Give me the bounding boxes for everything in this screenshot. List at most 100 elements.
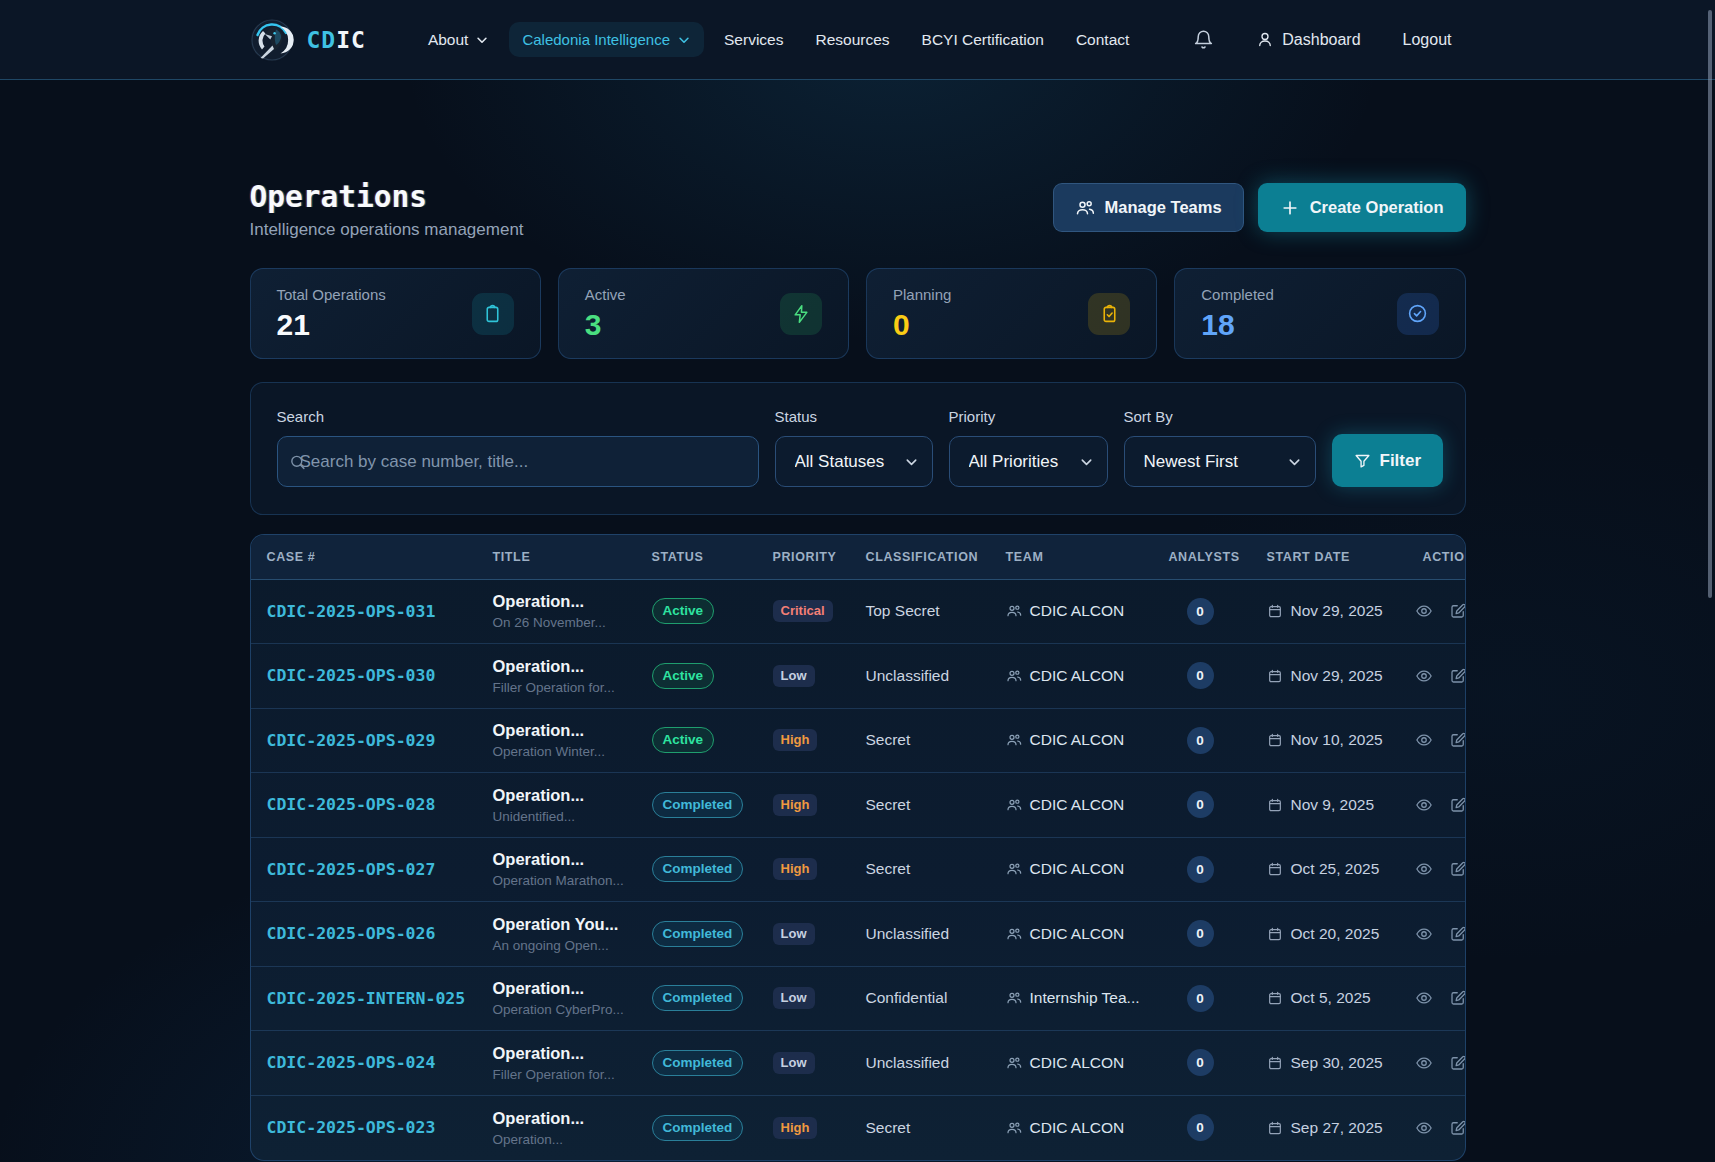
edit-operation-button[interactable] xyxy=(1449,731,1466,749)
table-row[interactable]: CDIC-2025-OPS-030 Operation... Filler Op… xyxy=(251,644,1466,709)
view-operation-button[interactable] xyxy=(1415,989,1433,1007)
operation-title: Operation... xyxy=(493,850,628,869)
view-operation-button[interactable] xyxy=(1415,602,1433,620)
table-row[interactable]: CDIC-2025-INTERN-025 Operation... Operat… xyxy=(251,966,1466,1031)
start-date-text: Oct 25, 2025 xyxy=(1291,860,1380,878)
classification-text: Confidential xyxy=(866,989,948,1006)
view-operation-button[interactable] xyxy=(1415,1119,1433,1137)
search-input[interactable] xyxy=(277,436,759,487)
filter-button-label: Filter xyxy=(1380,451,1422,471)
filter-button[interactable]: Filter xyxy=(1332,434,1444,487)
edit-operation-button[interactable] xyxy=(1449,796,1466,814)
stat-value: 21 xyxy=(277,308,386,342)
status-filter-label: Status xyxy=(775,408,933,425)
start-date-text: Oct 20, 2025 xyxy=(1291,925,1380,943)
nav-item-resources[interactable]: Resources xyxy=(815,31,889,49)
table-row[interactable]: CDIC-2025-OPS-026 Operation You... An on… xyxy=(251,902,1466,967)
column-header-start-date: START DATE xyxy=(1251,535,1407,579)
users-icon xyxy=(1006,926,1022,942)
case-number-link[interactable]: CDIC-2025-OPS-029 xyxy=(267,731,436,750)
view-operation-button[interactable] xyxy=(1415,925,1433,943)
operation-title: Operation... xyxy=(493,1109,628,1128)
nav-dashboard[interactable]: Dashboard xyxy=(1256,30,1360,49)
bell-icon xyxy=(1193,29,1214,51)
users-icon xyxy=(1006,668,1022,684)
edit-operation-button[interactable] xyxy=(1449,860,1466,878)
calendar-icon xyxy=(1267,603,1283,619)
plus-icon xyxy=(1280,198,1300,218)
operation-subtitle: Filler Operation for... xyxy=(493,680,628,695)
edit-operation-button[interactable] xyxy=(1449,602,1466,620)
priority-badge: Low xyxy=(773,923,815,945)
nav-item-contact[interactable]: Contact xyxy=(1076,31,1129,49)
status-select[interactable]: All Statuses xyxy=(775,436,933,487)
table-row[interactable]: CDIC-2025-OPS-023 Operation... Operation… xyxy=(251,1095,1466,1160)
nav-item-caledonia-intelligence[interactable]: Caledonia Intelligence xyxy=(509,22,704,57)
table-row[interactable]: CDIC-2025-OPS-029 Operation... Operation… xyxy=(251,708,1466,773)
priority-badge: High xyxy=(773,1117,818,1139)
chevron-down-icon xyxy=(475,33,489,47)
status-badge: Active xyxy=(652,663,715,689)
calendar-icon xyxy=(1267,668,1283,684)
edit-icon xyxy=(1449,1054,1466,1072)
view-operation-button[interactable] xyxy=(1415,796,1433,814)
chevron-down-icon xyxy=(677,33,691,47)
table-row[interactable]: CDIC-2025-OPS-024 Operation... Filler Op… xyxy=(251,1031,1466,1096)
operation-subtitle: Operation Marathon... xyxy=(493,873,628,888)
edit-operation-button[interactable] xyxy=(1449,989,1466,1007)
case-number-link[interactable]: CDIC-2025-OPS-026 xyxy=(267,924,436,943)
case-number-link[interactable]: CDIC-2025-OPS-024 xyxy=(267,1053,436,1072)
priority-filter-label: Priority xyxy=(949,408,1108,425)
stat-label: Planning xyxy=(893,286,951,303)
edit-operation-button[interactable] xyxy=(1449,925,1466,943)
brand[interactable]: CDIC xyxy=(250,18,366,62)
edit-operation-button[interactable] xyxy=(1449,1054,1466,1072)
case-number-link[interactable]: CDIC-2025-OPS-023 xyxy=(267,1118,436,1137)
column-header-priority: PRIORITY xyxy=(757,535,850,579)
calendar-icon xyxy=(1267,797,1283,813)
case-number-link[interactable]: CDIC-2025-OPS-028 xyxy=(267,795,436,814)
create-operation-button[interactable]: Create Operation xyxy=(1258,183,1466,232)
logout-button[interactable]: Logout xyxy=(1403,31,1452,49)
user-icon xyxy=(1256,30,1274,49)
table-row[interactable]: CDIC-2025-OPS-027 Operation... Operation… xyxy=(251,837,1466,902)
view-operation-button[interactable] xyxy=(1415,860,1433,878)
classification-text: Unclassified xyxy=(866,1054,950,1071)
edit-operation-button[interactable] xyxy=(1449,1119,1466,1137)
table-row[interactable]: CDIC-2025-OPS-031 Operation... On 26 Nov… xyxy=(251,579,1466,644)
column-header-title: TITLE xyxy=(477,535,636,579)
view-operation-button[interactable] xyxy=(1415,731,1433,749)
stat-card-active: Active 3 xyxy=(558,268,849,359)
navbar: CDIC About Caledonia Intelligence Servic… xyxy=(0,0,1715,80)
view-operation-button[interactable] xyxy=(1415,1054,1433,1072)
team-name: CDIC ALCON xyxy=(1030,1054,1125,1072)
eye-icon xyxy=(1415,731,1433,749)
view-operation-button[interactable] xyxy=(1415,667,1433,685)
operations-table-card: CASE # TITLE STATUS PRIORITY CLASSIFICAT… xyxy=(250,534,1466,1161)
users-icon xyxy=(1006,797,1022,813)
analysts-count-badge: 0 xyxy=(1187,1114,1214,1141)
table-row[interactable]: CDIC-2025-OPS-028 Operation... Unidentif… xyxy=(251,773,1466,838)
analysts-count-badge: 0 xyxy=(1187,920,1214,947)
team-name: CDIC ALCON xyxy=(1030,731,1125,749)
start-date-text: Nov 29, 2025 xyxy=(1291,667,1383,685)
stat-label: Total Operations xyxy=(277,286,386,303)
nav-item-services[interactable]: Services xyxy=(724,31,783,49)
nav-item-about[interactable]: About xyxy=(428,31,490,49)
start-date-text: Nov 10, 2025 xyxy=(1291,731,1383,749)
analysts-count-badge: 0 xyxy=(1187,662,1214,689)
edit-operation-button[interactable] xyxy=(1449,667,1466,685)
case-number-link[interactable]: CDIC-2025-OPS-031 xyxy=(267,602,436,621)
case-number-link[interactable]: CDIC-2025-OPS-027 xyxy=(267,860,436,879)
operation-title: Operation... xyxy=(493,592,628,611)
sort-by-select[interactable]: Newest First xyxy=(1124,436,1316,487)
notifications-button[interactable] xyxy=(1193,29,1214,51)
case-number-link[interactable]: CDIC-2025-INTERN-025 xyxy=(267,989,466,1008)
page-subtitle: Intelligence operations management xyxy=(250,220,524,240)
manage-teams-button[interactable]: Manage Teams xyxy=(1053,183,1244,232)
case-number-link[interactable]: CDIC-2025-OPS-030 xyxy=(267,666,436,685)
nav-item-bcyi-certification[interactable]: BCYI Certification xyxy=(922,31,1044,49)
page-scrollbar[interactable] xyxy=(1708,10,1712,598)
filter-bar: Search Status All Statuses Priority All … xyxy=(250,382,1466,515)
priority-select[interactable]: All Priorities xyxy=(949,436,1108,487)
